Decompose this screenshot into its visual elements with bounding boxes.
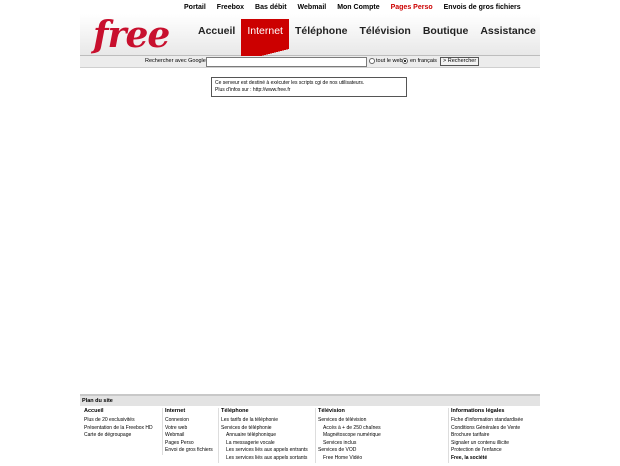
sitemap-head-legal[interactable]: Informations légales [451, 408, 523, 414]
sitemap-link[interactable]: Annuaire téléphonique [221, 432, 308, 440]
sitemap-link[interactable]: Webmail [165, 432, 213, 440]
sitemap-link[interactable]: Votre web [165, 425, 213, 433]
sitemap-link[interactable]: Signaler un contenu illicite [451, 440, 523, 448]
sitemap-link[interactable]: Présentation de la Freebox HD [84, 425, 153, 433]
message-box: Ce serveur est destiné à exécuter les sc… [211, 77, 407, 97]
nav-television[interactable]: Télévision [353, 19, 416, 49]
sitemap-link[interactable]: Plus de 20 exclusivités [84, 417, 153, 425]
sitemap-link[interactable]: Conditions Générales de Vente [451, 425, 523, 433]
sitemap-link[interactable]: Services de téléphonie [221, 425, 308, 433]
search-input[interactable] [206, 57, 367, 67]
radio-web[interactable] [369, 57, 375, 64]
nav-assistance[interactable]: Assistance [474, 19, 541, 49]
free-logo[interactable]: free [93, 14, 170, 56]
top-link-portail[interactable]: Portail [184, 4, 206, 11]
sitemap-link[interactable]: Carte de dégroupage [84, 432, 153, 440]
radio-fr[interactable] [402, 57, 408, 64]
nav-telephone[interactable]: Téléphone [289, 19, 354, 49]
sitemap-link[interactable]: Magnétoscope numérique [318, 432, 381, 440]
sitemap-link[interactable]: Les services liés aux appels entrants [221, 447, 308, 455]
sitemap-title: Plan du site [80, 396, 540, 406]
sitemap-link[interactable]: Les services liés aux appels sortants [221, 455, 308, 463]
top-links-bar: Portail Freebox Bas débit Webmail Mon Co… [184, 0, 540, 14]
sitemap-link[interactable]: Connexion [165, 417, 213, 425]
sitemap-link[interactable]: Free Home Vidéo [318, 455, 381, 463]
sitemap: Plan du site Accueil Plus de 20 exclusiv… [80, 394, 540, 466]
site-header: free Accueil Internet Téléphone Télévisi… [80, 14, 542, 61]
search-bar: Rechercher avec Google tout le web en fr… [80, 56, 540, 68]
sitemap-link[interactable]: Protection de l'enfance [451, 447, 523, 455]
radio-web-label: tout le web [376, 58, 403, 64]
sitemap-link[interactable]: Envoi de gros fichiers [165, 447, 213, 455]
search-label: Rechercher avec Google [145, 58, 206, 64]
sitemap-col-internet: Internet Connexion Votre web Webmail Pag… [162, 408, 213, 455]
nav-boutique[interactable]: Boutique [417, 19, 475, 49]
search-button[interactable]: > Rechercher [440, 57, 480, 66]
sitemap-link[interactable]: Fiche d'information standardisée [451, 417, 523, 425]
top-link-gros-fichiers[interactable]: Envois de gros fichiers [444, 4, 521, 11]
top-link-webmail[interactable]: Webmail [298, 4, 327, 11]
sitemap-link[interactable]: Services inclus [318, 440, 381, 448]
sitemap-head-accueil[interactable]: Accueil [84, 408, 153, 414]
sitemap-col-telephone: Téléphone Les tarifs de la téléphonie Se… [218, 408, 308, 463]
sitemap-link[interactable]: La messagerie vocale [221, 440, 308, 448]
sitemap-head-television[interactable]: Télévision [318, 408, 381, 414]
top-link-pages-perso[interactable]: Pages Perso [391, 4, 433, 11]
top-link-mon-compte[interactable]: Mon Compte [337, 4, 379, 11]
sitemap-col-legal: Informations légales Fiche d'information… [448, 408, 523, 463]
sitemap-link[interactable]: Free, la société [451, 455, 523, 463]
sitemap-col-television: Télévision Services de télévision Accès … [315, 408, 381, 463]
sitemap-link[interactable]: Accès à + de 250 chaînes [318, 425, 381, 433]
nav-internet[interactable]: Internet [241, 19, 289, 61]
sitemap-link[interactable]: Brochure tarifaire [451, 432, 523, 440]
radio-fr-label: en français [410, 58, 437, 64]
sitemap-link[interactable]: Les tarifs de la téléphonie [221, 417, 308, 425]
sitemap-head-internet[interactable]: Internet [165, 408, 213, 414]
sitemap-head-telephone[interactable]: Téléphone [221, 408, 308, 414]
main-nav: Accueil Internet Téléphone Télévision Bo… [192, 19, 542, 61]
message-line-2: Plus d'infos sur : http://www.free.fr [215, 87, 291, 93]
sitemap-link[interactable]: Services de télévision [318, 417, 381, 425]
message-line-1: Ce serveur est destiné à exécuter les sc… [215, 80, 365, 86]
sitemap-col-accueil: Accueil Plus de 20 exclusivités Présenta… [84, 408, 153, 440]
sitemap-link[interactable]: Pages Perso [165, 440, 213, 448]
sitemap-link[interactable]: Services de VOD [318, 447, 381, 455]
top-link-freebox[interactable]: Freebox [217, 4, 244, 11]
top-link-bas-debit[interactable]: Bas débit [255, 4, 287, 11]
nav-accueil[interactable]: Accueil [192, 19, 241, 49]
